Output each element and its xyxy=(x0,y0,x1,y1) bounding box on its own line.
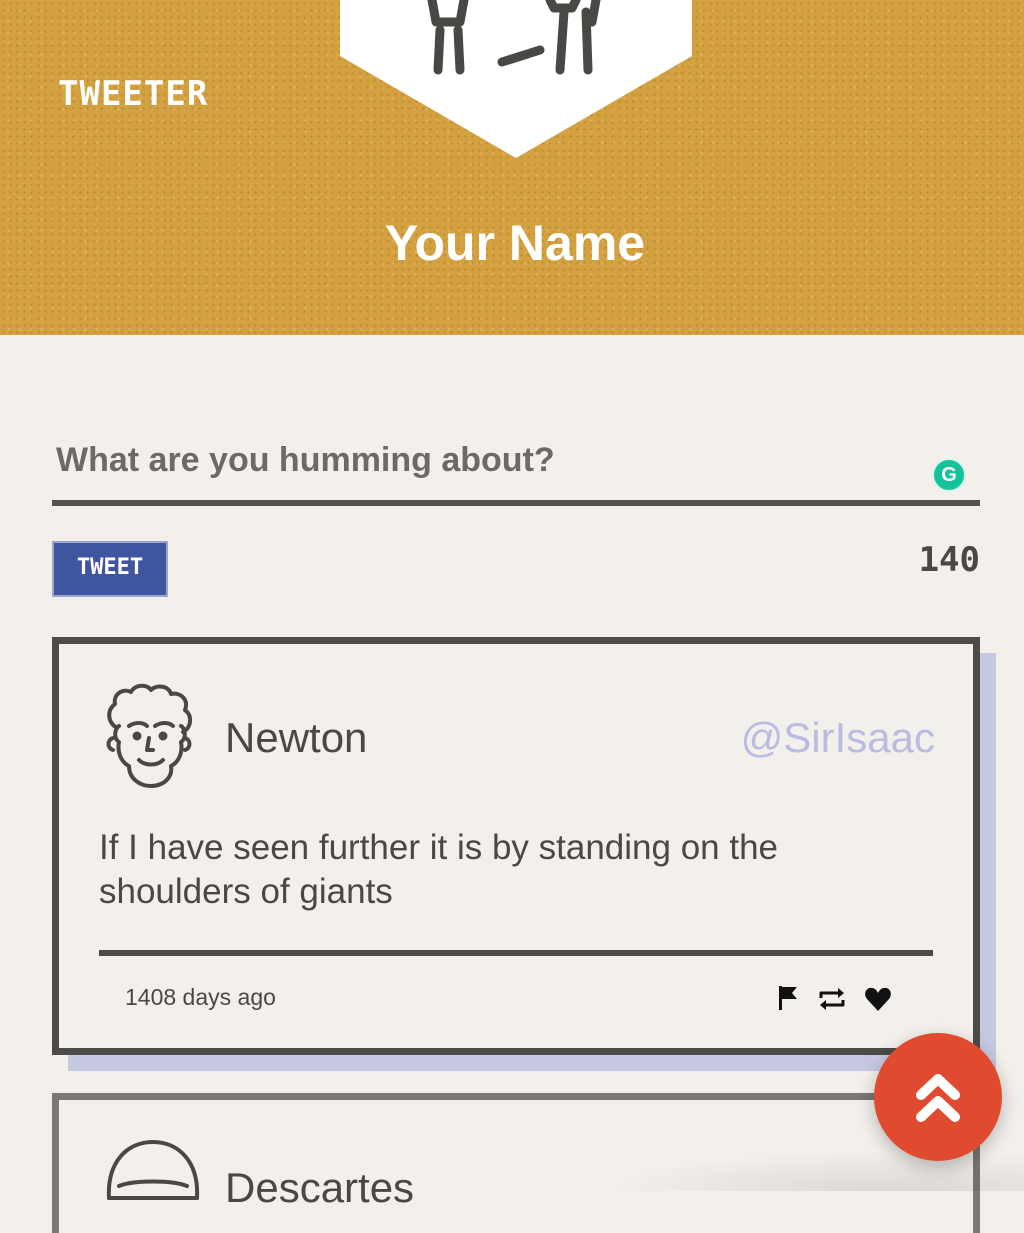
double-chevron-up-icon xyxy=(916,1074,960,1122)
brand-logo[interactable]: Tweeter xyxy=(58,74,208,114)
newton-avatar-icon xyxy=(106,683,192,788)
tweet-author-name: Descartes xyxy=(225,1164,415,1211)
tweet-timestamp: 1408 days ago xyxy=(125,984,276,1010)
scroll-to-top-button[interactable] xyxy=(874,1033,1002,1161)
tweet-author-name: Newton xyxy=(225,714,368,761)
tweet-card: Newton @SirIsaac If I have seen further … xyxy=(52,637,980,1055)
heart-icon[interactable] xyxy=(863,984,893,1014)
tweet-button[interactable]: Tweet xyxy=(52,541,168,597)
tweet-compose-input[interactable] xyxy=(52,420,980,506)
tweet-divider xyxy=(99,950,933,956)
profile-avatar-badge xyxy=(340,0,692,158)
profile-name: Your Name xyxy=(384,215,646,271)
tweet-author-handle[interactable]: @SirIsaac xyxy=(741,714,935,762)
character-counter: 140 xyxy=(918,540,980,580)
flag-icon[interactable] xyxy=(773,984,803,1014)
profile-header: Tweeter Your Name xyxy=(0,0,1024,335)
retweet-icon[interactable] xyxy=(817,984,847,1014)
descartes-avatar-icon xyxy=(106,1139,200,1200)
tweet-text: If I have seen further it is by standing… xyxy=(99,828,779,911)
grammarly-icon[interactable]: G xyxy=(932,458,966,492)
